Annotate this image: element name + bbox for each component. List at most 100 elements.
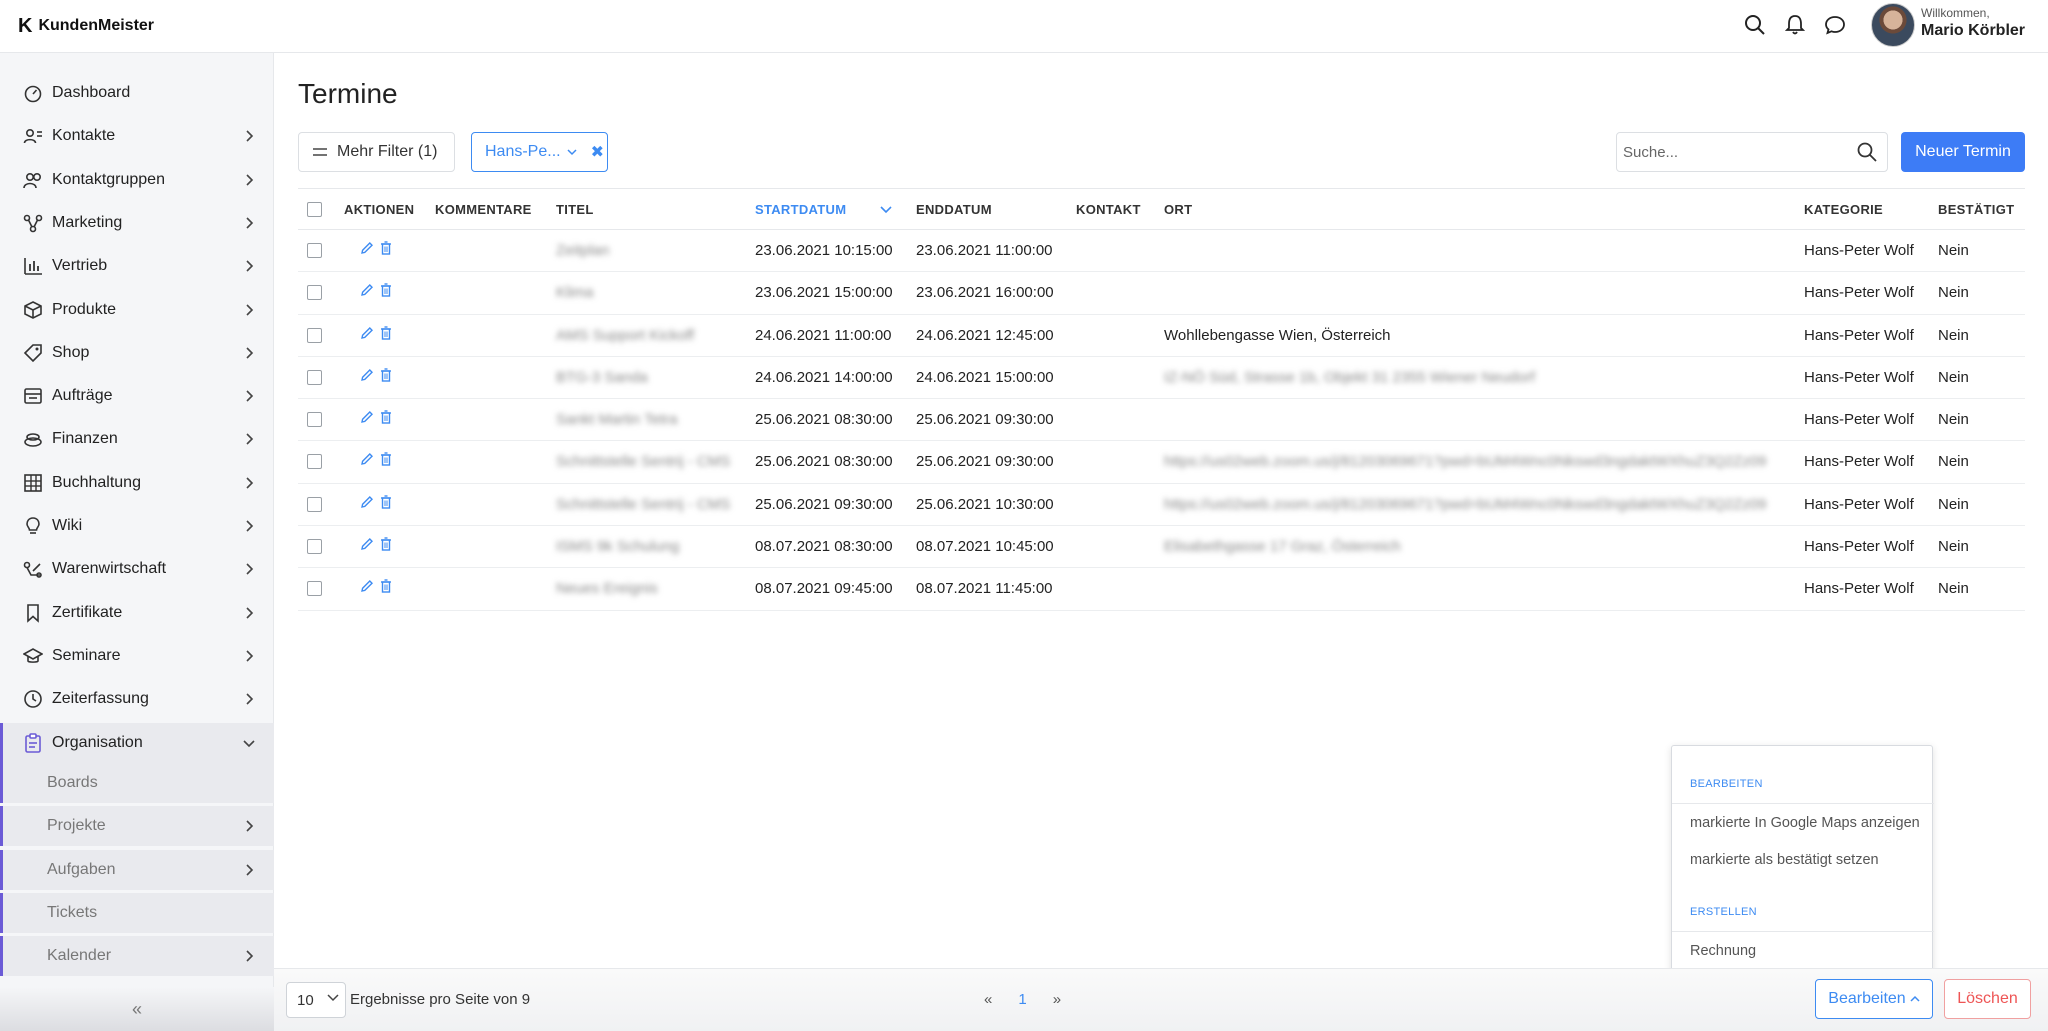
row-checkbox[interactable] xyxy=(307,496,322,512)
trash-icon[interactable] xyxy=(380,537,392,556)
column-header-kommentare[interactable]: KOMMENTARE xyxy=(435,202,532,217)
sidebar-item-buchhaltung[interactable]: Buchhaltung xyxy=(0,463,274,503)
select-all-checkbox[interactable] xyxy=(307,202,322,217)
chat-icon[interactable] xyxy=(1822,12,1848,38)
row-checkbox[interactable] xyxy=(307,539,322,555)
table-row[interactable]: AMS Support Kickoff 24.06.2021 11:00:00 24… xyxy=(298,315,2025,357)
edit-pencil-icon[interactable] xyxy=(360,326,374,345)
sidebar-item-wiki[interactable]: Wiki xyxy=(0,506,274,546)
sidebar-subitem-kalender[interactable]: Kalender xyxy=(0,936,274,977)
trash-icon[interactable] xyxy=(380,368,392,387)
row-checkbox[interactable] xyxy=(307,285,322,301)
column-header-ort[interactable]: ORT xyxy=(1164,202,1192,217)
sidebar-item-finanzen[interactable]: Finanzen xyxy=(0,419,274,459)
edit-pencil-icon[interactable] xyxy=(360,452,374,471)
row-checkbox[interactable] xyxy=(307,243,322,258)
sidebar-item-seminare[interactable]: Seminare xyxy=(0,636,274,676)
sidebar-item-marketing[interactable]: Marketing xyxy=(0,203,274,243)
sidebar-item-auftraege[interactable]: Aufträge xyxy=(0,376,274,416)
pagination-current[interactable]: 1 xyxy=(1018,991,1026,1008)
table-row[interactable]: BTG-3 Sanda 24.06.2021 14:00:00 24.06.2021… xyxy=(298,357,2025,400)
bell-icon[interactable] xyxy=(1782,12,1808,38)
menu-item-set-confirmed[interactable]: markierte als bestätigt setzen xyxy=(1690,852,1879,868)
sidebar-collapse-button[interactable]: « xyxy=(0,987,274,1031)
close-icon[interactable]: ✖ xyxy=(591,142,604,162)
clock-icon xyxy=(22,688,44,710)
sidebar-item-vertrieb[interactable]: Vertrieb xyxy=(0,246,274,286)
avatar[interactable] xyxy=(1871,3,1915,47)
row-checkbox[interactable] xyxy=(307,412,322,428)
table-row[interactable]: Sankt Martin Tetra 25.06.2021 08:30:00 25.… xyxy=(298,399,2025,442)
edit-pencil-icon[interactable] xyxy=(360,537,374,556)
column-header-startdatum[interactable]: STARTDATUM xyxy=(755,202,846,217)
per-page-select[interactable]: 10 xyxy=(286,982,346,1018)
row-checkbox[interactable] xyxy=(307,581,322,597)
edit-pencil-icon[interactable] xyxy=(360,495,374,514)
row-checkbox[interactable] xyxy=(307,369,322,385)
sidebar-subitem-projekte[interactable]: Projekte xyxy=(0,806,274,847)
cell-title: ISMS 9k Schulung xyxy=(556,538,680,556)
sidebar-item-label: Marketing xyxy=(52,213,123,231)
filter-chip[interactable]: Hans-Pe... ✖ xyxy=(471,132,608,172)
sidebar-item-organisation[interactable]: Organisation xyxy=(0,722,274,763)
search-icon[interactable] xyxy=(1857,142,1877,167)
sidebar-subitem-aufgaben[interactable]: Aufgaben xyxy=(0,849,274,890)
row-checkbox[interactable] xyxy=(307,327,322,343)
edit-pencil-icon[interactable] xyxy=(360,283,374,302)
search-box[interactable] xyxy=(1616,132,1888,172)
menu-item-invoice[interactable]: Rechnung xyxy=(1690,943,1756,959)
trash-icon[interactable] xyxy=(380,579,392,598)
column-header-kategorie[interactable]: KATEGORIE xyxy=(1804,202,1883,217)
sidebar-item-shop[interactable]: Shop xyxy=(0,333,274,373)
trash-icon[interactable] xyxy=(380,410,392,429)
sidebar-item-warenwirtschaft[interactable]: Warenwirtschaft xyxy=(0,549,274,589)
cell-end-date: 25.06.2021 09:30:00 xyxy=(916,453,1054,471)
delete-button[interactable]: Löschen xyxy=(1944,979,2031,1019)
sidebar-item-produkte[interactable]: Produkte xyxy=(0,290,274,330)
edit-pencil-icon[interactable] xyxy=(360,410,374,429)
search-icon[interactable] xyxy=(1742,12,1768,38)
table-row[interactable]: Schnittstelle Sentrij - CMS 25.06.2021 09… xyxy=(298,484,2025,527)
pagination-next[interactable]: » xyxy=(1053,991,1061,1008)
row-checkbox[interactable] xyxy=(307,454,322,470)
trash-icon[interactable] xyxy=(380,495,392,514)
trash-icon[interactable] xyxy=(380,283,392,302)
column-header-aktionen[interactable]: AKTIONEN xyxy=(344,202,414,217)
sort-desc-icon[interactable] xyxy=(880,202,892,220)
user-welcome[interactable]: Willkommen, Mario Körbler xyxy=(1921,6,2025,40)
trash-icon[interactable] xyxy=(380,452,392,471)
column-header-bestaetigt[interactable]: BESTÄTIGT xyxy=(1938,202,2014,217)
table-row[interactable]: Zeitplan 23.06.2021 10:15:00 23.06.2021 11… xyxy=(298,230,2025,273)
table-row[interactable]: Schnittstelle Sentrij - CMS 25.06.2021 08… xyxy=(298,441,2025,484)
trash-icon[interactable] xyxy=(380,325,392,345)
column-header-kontakt[interactable]: KONTAKT xyxy=(1076,202,1141,217)
table-row[interactable]: Neues Ereignis 08.07.2021 09:45:00 08.07.2… xyxy=(298,568,2025,611)
sidebar-subitem-tickets[interactable]: Tickets xyxy=(0,892,274,933)
sidebar-item-zeiterfassung[interactable]: Zeiterfassung xyxy=(0,679,274,719)
edit-pencil-icon[interactable] xyxy=(360,579,374,598)
column-header-enddatum[interactable]: ENDDATUM xyxy=(916,202,992,217)
sidebar-item-zertifikate[interactable]: Zertifikate xyxy=(0,593,274,633)
edit-pencil-icon[interactable] xyxy=(360,368,374,387)
table-row[interactable]: Klima 23.06.2021 15:00:00 23.06.2021 16:00… xyxy=(298,272,2025,315)
sidebar-item-kontaktgruppen[interactable]: Kontaktgruppen xyxy=(0,160,274,200)
table-row[interactable]: ISMS 9k Schulung 08.07.2021 08:30:00 08.07… xyxy=(298,526,2025,569)
column-header-titel[interactable]: TITEL xyxy=(556,202,594,217)
app-logo[interactable]: K KundenMeister xyxy=(18,15,154,37)
sidebar-subitem-boards[interactable]: Boards xyxy=(0,763,274,803)
pagination-prev[interactable]: « xyxy=(984,991,992,1008)
search-input[interactable] xyxy=(1623,141,1843,163)
sidebar-item-kontakte[interactable]: Kontakte xyxy=(0,116,274,156)
trash-icon[interactable] xyxy=(380,241,392,260)
edit-dropdown-button[interactable]: Bearbeiten xyxy=(1815,979,1933,1019)
edit-pencil-icon[interactable] xyxy=(360,241,374,260)
sidebar-item-label: Vertrieb xyxy=(52,257,108,275)
sidebar-item-dashboard[interactable]: Dashboard xyxy=(0,73,274,113)
cell-start-date: 08.07.2021 08:30:00 xyxy=(755,538,893,556)
new-appointment-button[interactable]: Neuer Termin xyxy=(1901,132,2025,172)
table-body: Zeitplan 23.06.2021 10:15:00 23.06.2021 11… xyxy=(298,230,2025,611)
menu-item-google-maps[interactable]: markierte In Google Maps anzeigen xyxy=(1690,815,1920,831)
cell-location: https://us02web.zoom.us/j/81203069671?pw… xyxy=(1164,453,1767,471)
chevron-down-icon[interactable] xyxy=(567,148,577,156)
more-filter-button[interactable]: Mehr Filter (1) xyxy=(298,132,455,172)
